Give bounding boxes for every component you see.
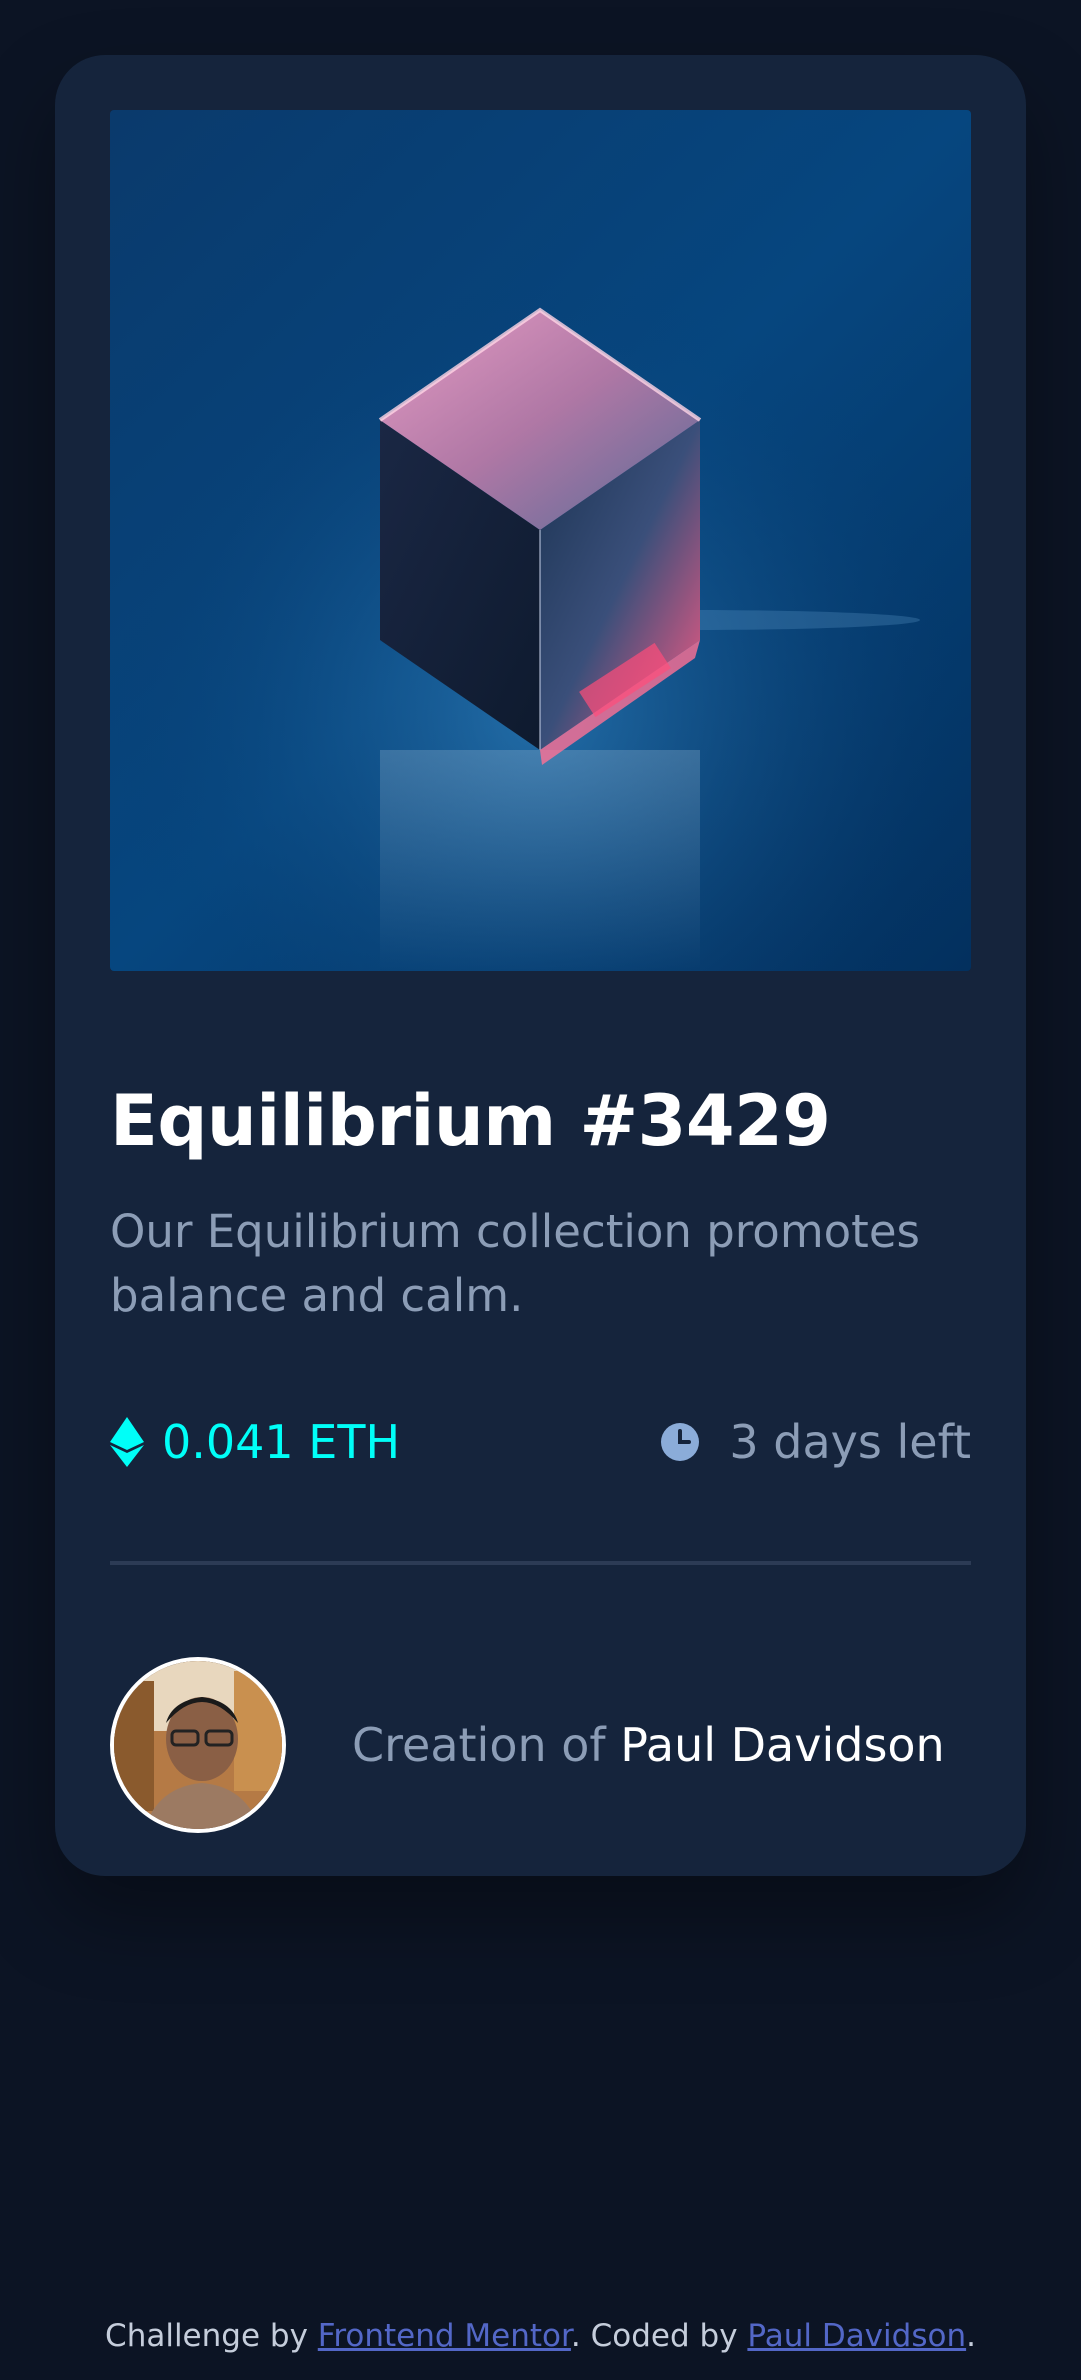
clock-icon [661,1423,700,1461]
price-group: 0.041 ETH [110,1415,400,1469]
attribution-middle: . Coded by [570,2318,748,2354]
nft-image[interactable] [110,110,971,971]
attribution: Challenge by Frontend Mentor. Coded by P… [0,2318,1081,2354]
attribution-prefix: Challenge by [105,2318,318,2354]
frontend-mentor-link[interactable]: Frontend Mentor [318,2318,571,2354]
avatar [110,1657,286,1833]
time-left: 3 days left [729,1415,971,1469]
price-value: 0.041 ETH [162,1415,401,1469]
card-description: Our Equilibrium collection promotes bala… [110,1205,920,1322]
divider [110,1561,971,1565]
card-title[interactable]: Equilibrium #3429 [110,1080,831,1162]
creator-credit: Creation of Paul Davidson [352,1718,945,1772]
nft-card: Equilibrium #3429 Our Equilibrium collec… [55,55,1026,1876]
card-meta: 0.041 ETH 3 days left [110,1415,971,1475]
ethereum-icon [110,1417,144,1467]
attribution-suffix: . [966,2318,976,2354]
creator-prefix: Creation of [352,1718,621,1772]
author-link[interactable]: Paul Davidson [747,2318,966,2354]
creator-row: Creation of Paul Davidson [110,1655,971,1835]
creator-name-link[interactable]: Paul Davidson [620,1718,945,1772]
cube-illustration [110,110,971,971]
time-group: 3 days left [661,1415,971,1469]
